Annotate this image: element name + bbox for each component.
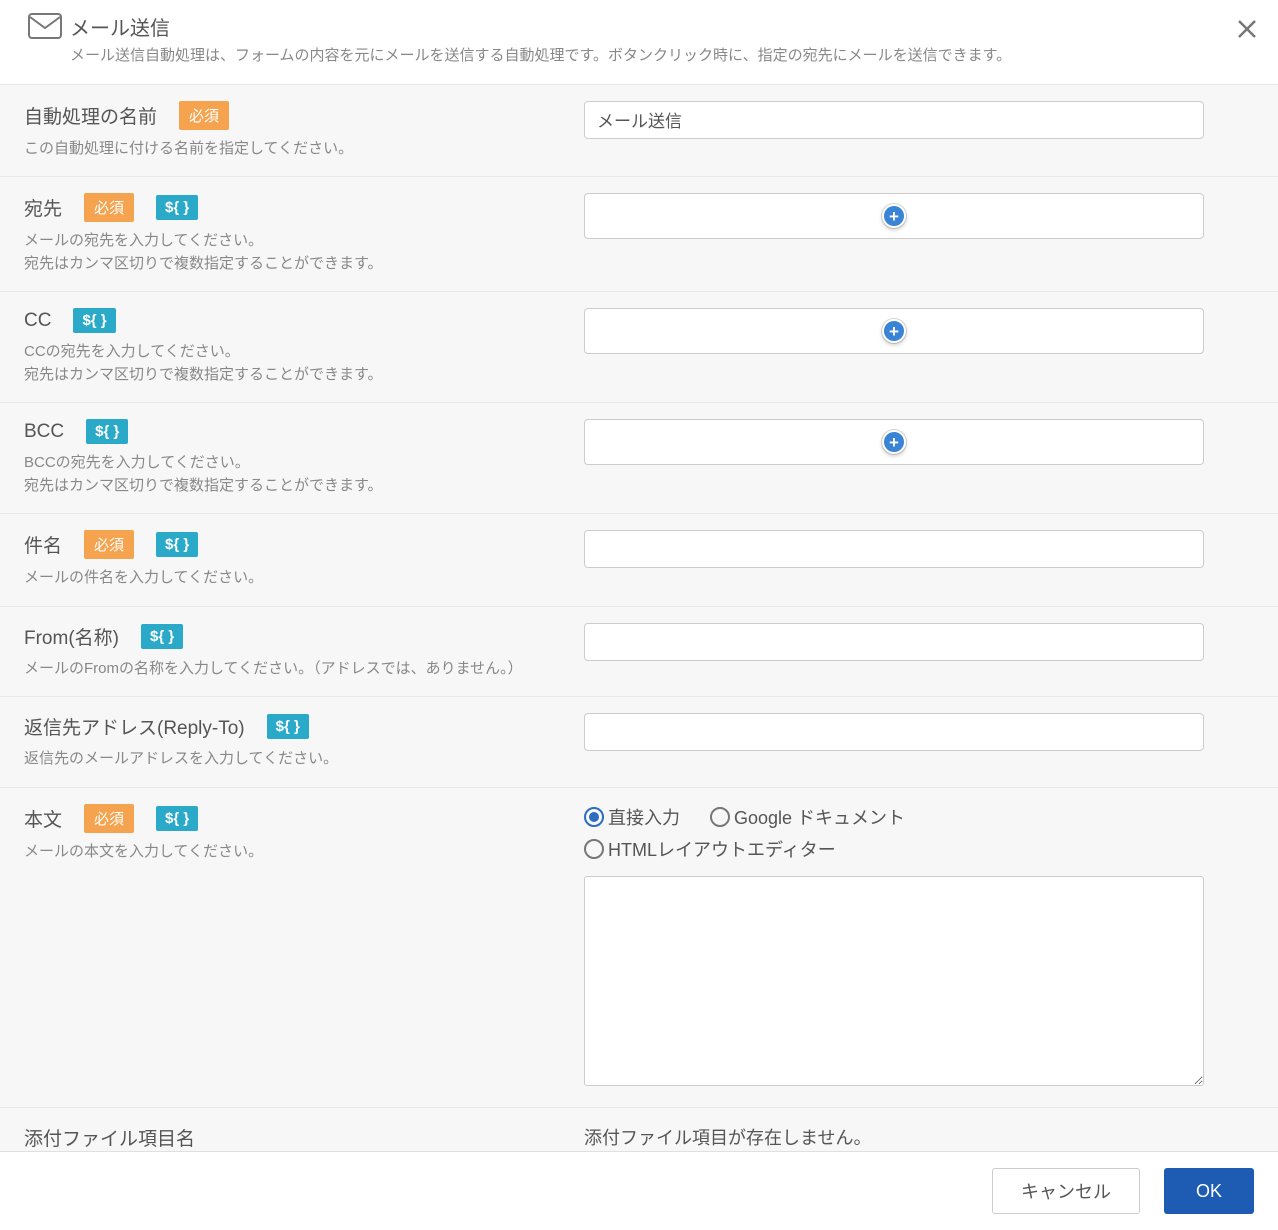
radio-label: 直接入力 — [608, 804, 680, 830]
radio-google-doc[interactable]: Google ドキュメント — [710, 804, 905, 830]
help-bcc: BCCの宛先を入力してください。 宛先はカンマ区切りで複数指定することができます… — [24, 452, 564, 497]
dialog-footer: キャンセル OK — [0, 1151, 1278, 1230]
row-replyto: 返信先アドレス(Reply-To) ${ } 返信先のメールアドレスを入力してく… — [0, 697, 1278, 788]
row-attach: 添付ファイル項目名 添付ファイルの項目名を選択してください。選択した入力項目に添… — [0, 1108, 1278, 1152]
input-subject[interactable] — [584, 530, 1204, 568]
variable-button[interactable]: ${ } — [156, 532, 198, 557]
dialog-header: メール送信 メール送信自動処理は、フォームの内容を元にメールを送信する自動処理で… — [0, 0, 1278, 85]
ok-button[interactable]: OK — [1164, 1168, 1254, 1214]
input-replyto[interactable] — [584, 713, 1204, 751]
label-name: 自動処理の名前 — [24, 102, 157, 129]
label-to: 宛先 — [24, 194, 62, 221]
help-name: この自動処理に付ける名前を指定してください。 — [24, 138, 564, 161]
input-cc[interactable] — [584, 308, 1204, 354]
label-cc: CC — [24, 310, 51, 332]
dialog-title: メール送信 — [70, 12, 1258, 41]
help-replyto: 返信先のメールアドレスを入力してください。 — [24, 748, 564, 771]
variable-button[interactable]: ${ } — [86, 419, 128, 444]
row-to: 宛先 必須 ${ } メールの宛先を入力してください。 宛先はカンマ区切りで複数… — [0, 177, 1278, 292]
help-subject: メールの件名を入力してください。 — [24, 567, 564, 590]
row-bcc: BCC ${ } BCCの宛先を入力してください。 宛先はカンマ区切りで複数指定… — [0, 403, 1278, 514]
input-name[interactable] — [584, 101, 1204, 139]
close-button[interactable] — [1236, 18, 1258, 45]
label-attach: 添付ファイル項目名 — [24, 1124, 195, 1151]
help-cc: CCの宛先を入力してください。 宛先はカンマ区切りで複数指定することができます。 — [24, 341, 564, 386]
input-to[interactable] — [584, 193, 1204, 239]
required-badge: 必須 — [179, 101, 229, 130]
cancel-button[interactable]: キャンセル — [992, 1168, 1140, 1214]
body-input-mode: 直接入力 Google ドキュメント HTMLレイアウトエディター — [584, 804, 1254, 862]
variable-button[interactable]: ${ } — [156, 195, 198, 220]
radio-html-editor[interactable]: HTMLレイアウトエディター — [584, 836, 1254, 862]
close-icon — [1236, 18, 1258, 40]
radio-unselected-icon — [584, 839, 604, 859]
add-recipient-icon[interactable] — [882, 430, 906, 454]
radio-label: Google ドキュメント — [734, 804, 905, 830]
row-from: From(名称) ${ } メールのFromの名称を入力してください。（アドレス… — [0, 607, 1278, 698]
dialog-content: 自動処理の名前 必須 この自動処理に付ける名前を指定してください。 宛先 必須 … — [0, 85, 1278, 1152]
row-cc: CC ${ } CCの宛先を入力してください。 宛先はカンマ区切りで複数指定する… — [0, 292, 1278, 403]
help-from: メールのFromの名称を入力してください。（アドレスでは、ありません。） — [24, 658, 564, 681]
input-bcc[interactable] — [584, 419, 1204, 465]
input-from[interactable] — [584, 623, 1204, 661]
radio-label: HTMLレイアウトエディター — [608, 836, 836, 862]
label-bcc: BCC — [24, 421, 64, 443]
radio-direct-input[interactable]: 直接入力 — [584, 804, 680, 830]
label-from: From(名称) — [24, 623, 119, 650]
dialog-subtitle: メール送信自動処理は、フォームの内容を元にメールを送信する自動処理です。ボタンク… — [70, 45, 1258, 68]
variable-button[interactable]: ${ } — [267, 714, 309, 739]
variable-button[interactable]: ${ } — [73, 308, 115, 333]
help-body: メールの本文を入力してください。 — [24, 841, 564, 864]
row-subject: 件名 必須 ${ } メールの件名を入力してください。 — [0, 514, 1278, 607]
label-replyto: 返信先アドレス(Reply-To) — [24, 713, 245, 740]
variable-button[interactable]: ${ } — [141, 624, 183, 649]
help-to: メールの宛先を入力してください。 宛先はカンマ区切りで複数指定することができます… — [24, 230, 564, 275]
variable-button[interactable]: ${ } — [156, 806, 198, 831]
required-badge: 必須 — [84, 193, 134, 222]
row-body: 本文 必須 ${ } メールの本文を入力してください。 直接入力 Google … — [0, 788, 1278, 1108]
add-recipient-icon[interactable] — [882, 204, 906, 228]
attach-empty-message: 添付ファイル項目が存在しません。 — [584, 1128, 871, 1148]
input-body[interactable] — [584, 876, 1204, 1086]
required-badge: 必須 — [84, 530, 134, 559]
radio-selected-icon — [584, 807, 604, 827]
required-badge: 必須 — [84, 804, 134, 833]
radio-unselected-icon — [710, 807, 730, 827]
label-subject: 件名 — [24, 531, 62, 558]
row-name: 自動処理の名前 必須 この自動処理に付ける名前を指定してください。 — [0, 85, 1278, 178]
label-body: 本文 — [24, 805, 62, 832]
mail-icon — [27, 12, 63, 45]
add-recipient-icon[interactable] — [882, 319, 906, 343]
